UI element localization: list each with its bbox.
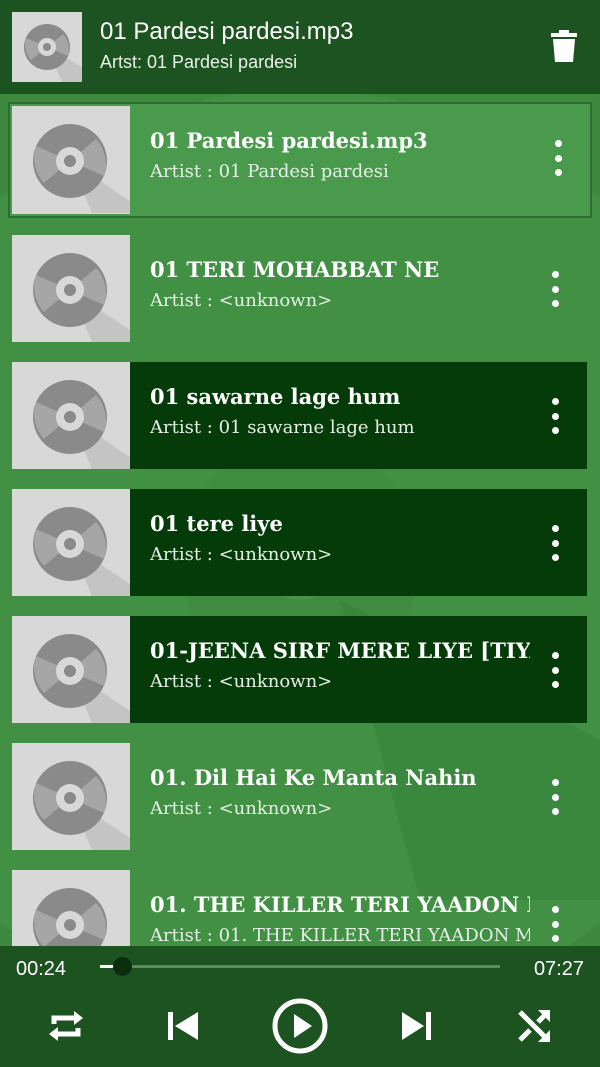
track-title: 01. Dil Hai Ke Manta Nahin <box>150 765 477 790</box>
track-artist: Artist : <unknown> <box>150 544 333 565</box>
album-art-thumbnail <box>12 12 82 82</box>
disc-icon <box>12 743 130 850</box>
disc-icon <box>12 870 130 946</box>
play-icon[interactable] <box>270 996 330 1056</box>
track-artist: Artist : <unknown> <box>150 798 333 819</box>
more-options-icon[interactable] <box>545 779 565 815</box>
track-row[interactable]: 01 Pardesi pardesi.mp3 Artist : 01 Pardes… <box>8 102 592 218</box>
track-title: 01 tere liye <box>150 511 283 536</box>
next-icon[interactable] <box>394 1004 438 1048</box>
shuffle-icon[interactable] <box>512 1004 556 1048</box>
track-row[interactable]: 01. Dil Hai Ke Manta Nahin Artist : <unkn… <box>12 743 587 850</box>
disc-icon <box>12 235 130 342</box>
seek-thumb[interactable] <box>112 957 132 976</box>
disc-icon <box>12 12 82 82</box>
now-playing-title: 01 Pardesi pardesi.mp3 <box>100 18 354 45</box>
more-options-icon[interactable] <box>545 906 565 942</box>
track-row[interactable]: 01 TERI MOHABBAT NE Artist : <unknown> <box>12 235 587 342</box>
trash-icon[interactable] <box>546 26 582 66</box>
track-row[interactable]: 01. THE KILLER TERI YAADON MA Artist : 01… <box>12 870 587 946</box>
track-title: 01. THE KILLER TERI YAADON MA <box>150 892 530 917</box>
track-title: 01 Pardesi pardesi.mp3 <box>150 128 428 153</box>
now-playing-artist: Artst: 01 Pardesi pardesi <box>100 52 298 72</box>
elapsed-time: 00:24 <box>16 958 67 980</box>
track-list[interactable]: 01 Pardesi pardesi.mp3 Artist : 01 Pardes… <box>0 94 600 946</box>
previous-icon[interactable] <box>160 1004 204 1048</box>
disc-icon <box>12 489 130 596</box>
track-artist: Artist : 01 Pardesi pardesi <box>150 161 389 182</box>
now-playing-header: 01 Pardesi pardesi.mp3 Artst: 01 Pardesi… <box>0 0 600 94</box>
repeat-icon[interactable] <box>44 1004 88 1048</box>
duration-time: 07:27 <box>533 958 584 980</box>
more-options-icon[interactable] <box>545 652 565 688</box>
track-row[interactable]: 01-JEENA SIRF MERE LIYE [TIYA Artist : <u… <box>12 616 587 723</box>
track-title: 01-JEENA SIRF MERE LIYE [TIYA <box>150 638 530 663</box>
track-artist: Artist : <unknown> <box>150 290 333 311</box>
track-row[interactable]: 01 sawarne lage hum Artist : 01 sawarne l… <box>12 362 587 469</box>
track-artist: Artist : <unknown> <box>150 671 333 692</box>
more-options-icon[interactable] <box>545 525 565 561</box>
more-options-icon[interactable] <box>545 398 565 434</box>
disc-icon <box>12 362 130 469</box>
track-artist: Artist : 01. THE KILLER TERI YAADON MA <box>150 925 530 946</box>
disc-icon <box>12 106 130 214</box>
more-options-icon[interactable] <box>545 271 565 307</box>
track-row[interactable]: 01 tere liye Artist : <unknown> <box>12 489 587 596</box>
player-controls: 00:24 07:27 <box>0 946 600 1067</box>
seek-bar[interactable] <box>100 957 500 976</box>
track-artist: Artist : 01 sawarne lage hum <box>150 417 415 438</box>
more-options-icon[interactable] <box>548 140 568 176</box>
track-title: 01 sawarne lage hum <box>150 384 401 409</box>
track-title: 01 TERI MOHABBAT NE <box>150 257 440 282</box>
disc-icon <box>12 616 130 723</box>
